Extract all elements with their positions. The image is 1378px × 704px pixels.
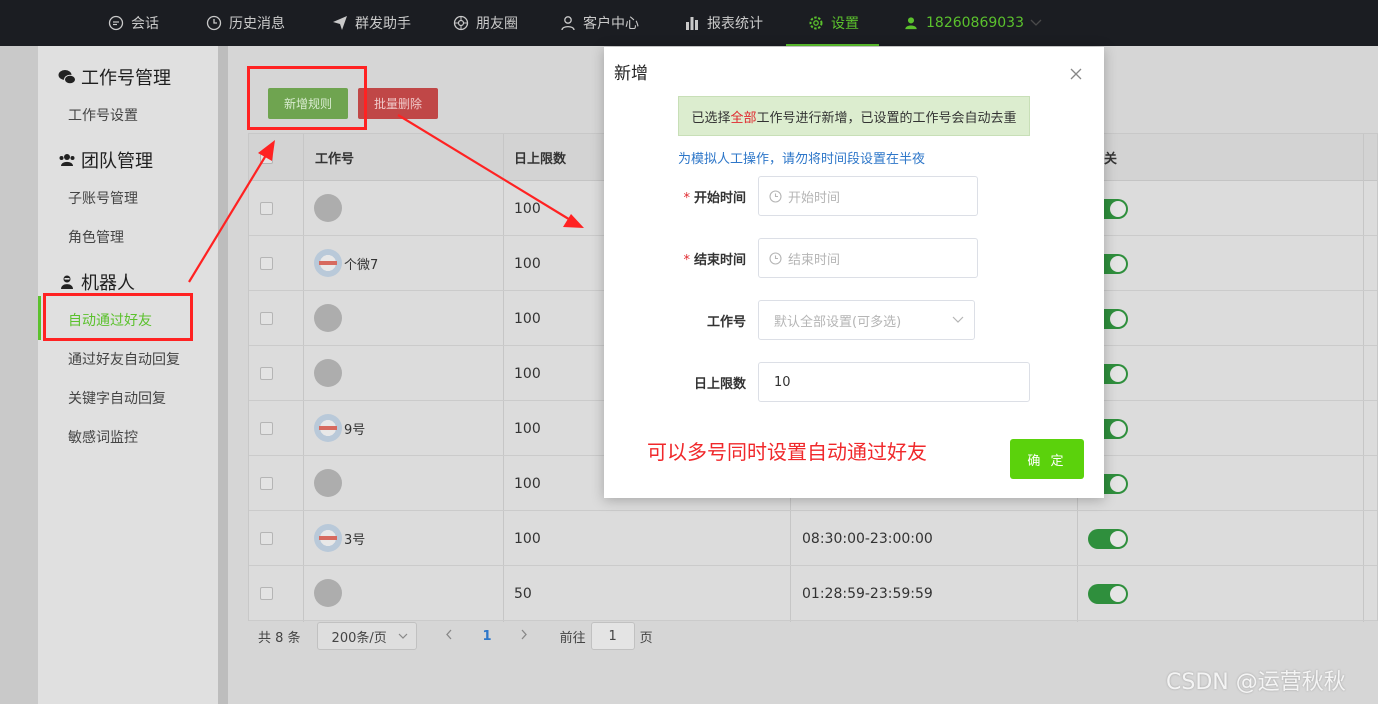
notice-text: 已选择 — [691, 110, 731, 126]
confirm-button[interactable]: 确 定 — [1010, 439, 1084, 479]
night-time-tip: 为模拟人工操作，请勿将时间段设置在半夜 — [678, 152, 926, 167]
clock-icon — [769, 189, 782, 203]
end-time-label: * 结束时间 — [683, 253, 746, 268]
selection-notice: 已选择 全部 工作号进行新增，已设置的工作号会自动去重 — [678, 96, 1030, 136]
daily-limit-label: 日上限数 — [693, 377, 746, 392]
start-time-label: * 开始时间 — [683, 191, 746, 206]
account-placeholder: 默认全部设置(可多选) — [774, 314, 902, 330]
annotation-text: 可以多号同时设置自动通过好友 — [647, 440, 927, 464]
dialog-title: 新增 — [614, 64, 648, 84]
notice-text: 工作号进行新增，已设置的工作号会自动去重 — [756, 110, 1017, 126]
account-select[interactable]: 默认全部设置(可多选) — [758, 300, 975, 340]
chevron-down-icon — [952, 316, 964, 324]
watermark: CSDN @运营秋秋 — [1166, 670, 1346, 695]
notice-highlight: 全部 — [730, 110, 757, 126]
end-time-placeholder: 结束时间 — [788, 252, 841, 268]
clock-icon — [769, 251, 782, 265]
account-label: 工作号 — [706, 315, 746, 330]
start-time-placeholder: 开始时间 — [788, 190, 841, 206]
new-rule-dialog: 新增 已选择 全部 工作号进行新增，已设置的工作号会自动去重 为模拟人工操作，请勿将… — [604, 47, 1104, 498]
close-icon[interactable] — [1070, 68, 1082, 80]
daily-limit-input[interactable]: 10 — [758, 362, 1030, 402]
end-time-input[interactable]: 结束时间 — [758, 238, 978, 278]
start-time-input[interactable]: 开始时间 — [758, 176, 978, 216]
